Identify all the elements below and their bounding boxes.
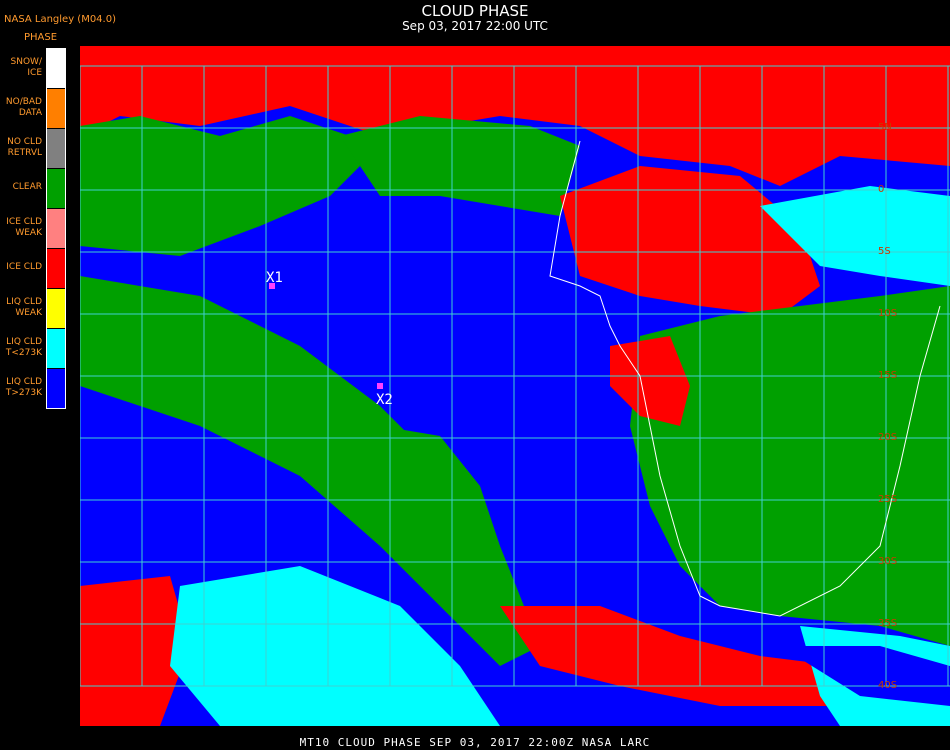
legend-label: CLEAR: [12, 182, 42, 192]
legend-swatch: [47, 89, 65, 129]
lat-label: 40S: [878, 680, 897, 691]
legend-swatch: [47, 209, 65, 249]
cloud-phase-map: 5N 0 5S 10S 15S 20S 25S 30S 35S 40S X1 X2: [80, 46, 950, 726]
legend-label: LIQ CLD T<273K: [5, 336, 42, 358]
legend-swatch: [47, 169, 65, 209]
legend-label: LIQ CLD T>273K: [5, 376, 42, 398]
phase-legend: [46, 48, 66, 409]
legend-swatch: [47, 129, 65, 169]
lat-label: 25S: [878, 494, 897, 505]
marker-label: X1: [266, 270, 283, 286]
page-title: CLOUD PHASE: [421, 2, 529, 20]
lat-label: 35S: [878, 618, 897, 629]
lat-label: 15S: [878, 370, 897, 381]
lat-label: 0: [878, 184, 884, 195]
legend-label: NO/BAD DATA: [5, 96, 42, 118]
page-subtitle: Sep 03, 2017 22:00 UTC: [402, 19, 548, 33]
legend-swatch: [47, 369, 65, 408]
legend-label: ICE CLD WEAK: [6, 216, 42, 238]
legend-title: PHASE: [24, 32, 58, 43]
marker-dot: [377, 383, 383, 389]
legend-swatch: [47, 249, 65, 289]
lat-label: 10S: [878, 308, 897, 319]
legend-swatch: [47, 329, 65, 369]
legend-label: LIQ CLD WEAK: [6, 296, 42, 318]
lat-label: 30S: [878, 556, 897, 567]
legend-swatch: [47, 49, 65, 89]
legend-label: ICE CLD: [6, 262, 42, 272]
legend-label: SNOW/ ICE: [10, 56, 42, 78]
legend-swatch: [47, 289, 65, 329]
marker-label: X2: [376, 392, 393, 408]
lat-label: 20S: [878, 432, 897, 443]
lat-label: 5S: [878, 246, 891, 257]
legend-label: NO CLD RETRVL: [7, 136, 42, 158]
footer-caption: MT10 CLOUD PHASE SEP 03, 2017 22:00Z NAS…: [299, 736, 651, 749]
lat-label: 5N: [878, 122, 892, 133]
